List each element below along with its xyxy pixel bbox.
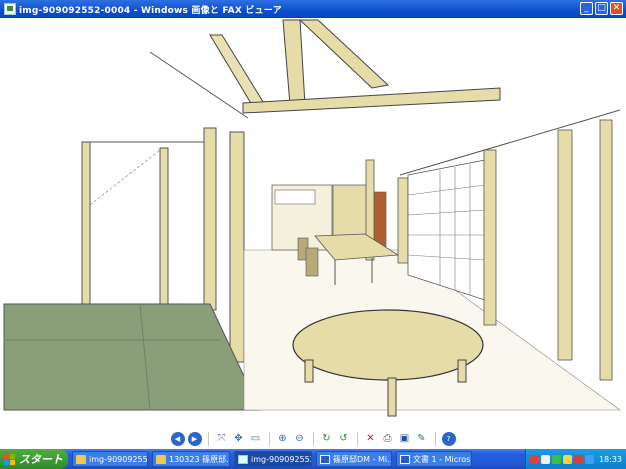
- toolbar-separator: [356, 431, 358, 446]
- window-title: img-909092552-0004 - Windows 画像と FAX ビュー…: [19, 5, 282, 16]
- taskbar: スタート img-909092552 130323 篠原邸... img-909…: [0, 449, 626, 469]
- best-fit-button[interactable]: ⤧: [215, 432, 229, 446]
- language-bar-icon[interactable]: [540, 454, 550, 464]
- delete-button[interactable]: ✕: [364, 432, 378, 446]
- update-icon[interactable]: [584, 454, 594, 464]
- rotate-ccw-icon: ↺: [339, 432, 348, 444]
- interior-sketch-image: [3, 19, 621, 417]
- slideshow-button[interactable]: ▭: [249, 432, 263, 446]
- edit-button[interactable]: ✎: [415, 432, 429, 446]
- clock[interactable]: 18:33: [599, 455, 622, 464]
- folder-icon: [156, 454, 166, 464]
- actual-size-button[interactable]: ✥: [232, 432, 246, 446]
- taskbar-item[interactable]: img-909092552: [72, 451, 148, 467]
- windows-logo-icon: [4, 453, 15, 465]
- help-button[interactable]: ?: [441, 431, 456, 446]
- zoom-out-button[interactable]: ⊖: [293, 432, 307, 446]
- volume-icon[interactable]: [562, 454, 572, 464]
- prev-image-button[interactable]: ◀: [170, 431, 185, 446]
- task-label: 文書 1 - Micros...: [413, 454, 472, 464]
- image-viewer-icon[interactable]: [4, 3, 16, 15]
- help-icon: ?: [446, 434, 451, 443]
- taskbar-item[interactable]: 文書 1 - Micros...: [396, 451, 472, 467]
- save-button[interactable]: ▣: [398, 432, 412, 446]
- task-label: img-909092552: [89, 454, 148, 464]
- word-icon: [320, 454, 330, 464]
- best-fit-icon: ⤧: [217, 432, 226, 444]
- maximize-button[interactable]: □: [595, 2, 608, 15]
- taskbar-item[interactable]: 篠原邸DM - Mi...: [316, 451, 392, 467]
- rotate-ccw-button[interactable]: ↺: [337, 432, 351, 446]
- minimize-button[interactable]: _: [580, 2, 593, 15]
- rotate-cw-icon: ↻: [322, 432, 331, 444]
- edit-icon: ✎: [417, 432, 426, 444]
- taskbar-item[interactable]: img-909092552...: [234, 451, 312, 467]
- toolbar-separator: [312, 431, 314, 446]
- toolbar-separator: [434, 431, 436, 446]
- prev-icon: ◀: [174, 434, 181, 443]
- image-canvas: [0, 18, 626, 428]
- word-icon: [400, 454, 410, 464]
- toolbar-separator: [207, 431, 209, 446]
- zoom-in-icon: ⊕: [278, 432, 287, 444]
- actual-size-icon: ✥: [234, 432, 243, 444]
- print-button[interactable]: ⎙: [381, 432, 395, 446]
- next-image-button[interactable]: ▶: [187, 431, 202, 446]
- folder-icon: [76, 454, 86, 464]
- task-label: img-909092552...: [251, 454, 311, 464]
- start-label: スタート: [19, 453, 63, 466]
- security-icon[interactable]: [573, 454, 583, 464]
- taskbar-item[interactable]: 130323 篠原邸...: [152, 451, 230, 467]
- task-label: 篠原邸DM - Mi...: [333, 454, 392, 464]
- ime-icon[interactable]: [529, 454, 539, 464]
- delete-icon: ✕: [366, 432, 375, 444]
- image-viewer-icon: [238, 454, 248, 464]
- start-button[interactable]: スタート: [0, 449, 68, 469]
- viewer-toolbar: ◀ ▶ ⤧ ✥ ▭ ⊕ ⊖ ↻ ↺ ✕ ⎙ ▣ ✎ ?: [0, 428, 626, 449]
- print-icon: ⎙: [383, 432, 392, 444]
- close-button[interactable]: ✕: [610, 2, 623, 15]
- system-tray: 18:33: [524, 449, 626, 469]
- next-icon: ▶: [191, 434, 198, 443]
- network-icon[interactable]: [551, 454, 561, 464]
- rotate-cw-button[interactable]: ↻: [320, 432, 334, 446]
- task-label: 130323 篠原邸...: [169, 454, 230, 464]
- toolbar-separator: [268, 431, 270, 446]
- slideshow-icon: ▭: [250, 432, 261, 444]
- window-controls: _ □ ✕: [580, 2, 623, 15]
- save-icon: ▣: [399, 432, 410, 444]
- title-bar: img-909092552-0004 - Windows 画像と FAX ビュー…: [0, 0, 626, 18]
- zoom-in-button[interactable]: ⊕: [276, 432, 290, 446]
- zoom-out-icon: ⊖: [295, 432, 304, 444]
